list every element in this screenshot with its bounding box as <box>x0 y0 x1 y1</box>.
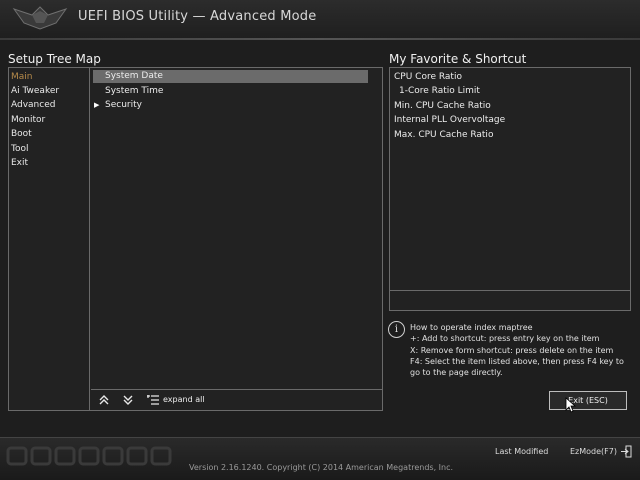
favorites-divider <box>390 290 630 291</box>
header-divider <box>0 38 640 40</box>
favorite-item-max-cpu-cache-ratio[interactable]: Max. CPU Cache Ratio <box>394 128 493 142</box>
app-title: UEFI BIOS Utility — Advanced Mode <box>78 9 317 24</box>
tree-item-security[interactable]: ▶ Security <box>93 99 368 112</box>
last-modified-button[interactable]: Last Modified <box>495 447 548 456</box>
exit-button[interactable]: Exit (ESC) <box>549 391 627 410</box>
tree-item-label: Security <box>105 100 142 110</box>
favorites-title: My Favorite & Shortcut <box>389 52 527 66</box>
expand-down-icon[interactable] <box>121 394 135 406</box>
expand-all-label[interactable]: expand all <box>163 395 205 404</box>
header-bar: UEFI BIOS Utility — Advanced Mode <box>0 0 640 38</box>
setup-tree-title: Setup Tree Map <box>8 52 101 66</box>
expand-all-icon[interactable] <box>146 394 160 406</box>
tree-item-label: System Date <box>105 71 163 81</box>
menu-item-exit[interactable]: Exit <box>11 156 28 170</box>
menu-item-monitor[interactable]: Monitor <box>11 113 45 127</box>
menu-item-ai-tweaker[interactable]: Ai Tweaker <box>11 84 59 98</box>
tree-item-system-date[interactable]: System Date <box>93 70 368 83</box>
favorite-item-min-cpu-cache-ratio[interactable]: Min. CPU Cache Ratio <box>394 99 491 113</box>
favorite-item-internal-pll-overvoltage[interactable]: Internal PLL Overvoltage <box>394 113 505 127</box>
arrow-right-icon: ▶ <box>94 101 100 109</box>
favorite-item-1-core-ratio-limit[interactable]: 1-Core Ratio Limit <box>399 84 480 98</box>
mouse-cursor-icon <box>565 397 577 413</box>
menu-item-advanced[interactable]: Advanced <box>11 98 55 112</box>
help-line: go to the page directly. <box>410 368 503 377</box>
help-line: +: Add to shortcut: press entry key on t… <box>410 334 600 343</box>
setup-tree-panel: Main Ai Tweaker Advanced Monitor Boot To… <box>8 67 383 411</box>
tree-footer: expand all <box>91 389 382 410</box>
collapse-up-icon[interactable] <box>97 394 111 406</box>
logo-icon <box>12 6 68 30</box>
info-icon: i <box>388 321 405 338</box>
ezmode-button[interactable]: EzMode(F7) <box>570 447 617 456</box>
tree-item-system-time[interactable]: System Time <box>93 85 368 98</box>
tree-item-label: System Time <box>105 86 164 96</box>
version-text: Version 2.16.1240. Copyright (C) 2014 Am… <box>189 463 454 472</box>
watermark-graphic <box>6 446 172 466</box>
menu-item-boot[interactable]: Boot <box>11 127 32 141</box>
menu-item-main[interactable]: Main <box>11 70 33 84</box>
ezmode-icon[interactable] <box>620 445 632 458</box>
menu-item-tool[interactable]: Tool <box>11 142 28 156</box>
tree-items: System Date System Time ▶ Security <box>91 68 382 410</box>
favorite-item-cpu-core-ratio[interactable]: CPU Core Ratio <box>394 70 462 84</box>
favorites-panel: CPU Core Ratio 1-Core Ratio Limit Min. C… <box>389 67 631 311</box>
tree-menu: Main Ai Tweaker Advanced Monitor Boot To… <box>9 68 90 410</box>
